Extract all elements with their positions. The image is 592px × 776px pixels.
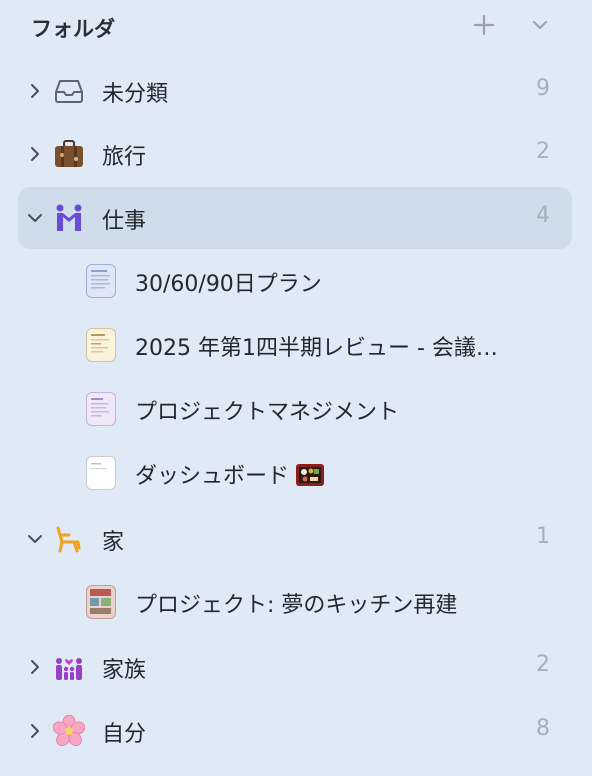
collapse-folders-button[interactable] xyxy=(525,10,555,40)
folder-label: 未分類 xyxy=(102,82,169,107)
note-row[interactable]: プロジェクトマネジメント xyxy=(18,379,572,441)
folder-count: 9 xyxy=(536,76,550,101)
chevron-down-icon xyxy=(533,21,547,29)
note-title: プロジェクト: 夢のキッチン再建 xyxy=(135,593,458,618)
note-title: ダッシュボード xyxy=(135,458,325,493)
document-thumbnail xyxy=(86,392,116,426)
folder-row-family[interactable]: 家族 2 xyxy=(18,636,572,698)
armchair-icon xyxy=(53,523,85,555)
folder-header: フォルダ xyxy=(0,0,592,52)
folder-sidebar: フォルダ 未分類 9 旅行 2 仕事 4 30/60/90日プラン 2025 年… xyxy=(0,0,592,776)
add-folder-button[interactable] xyxy=(469,10,499,40)
document-thumbnail xyxy=(86,264,116,298)
folder-label: 仕事 xyxy=(102,209,147,234)
chevron-down-icon[interactable] xyxy=(25,529,45,549)
folder-label: 自分 xyxy=(102,722,147,747)
note-title: 30/60/90日プラン xyxy=(135,272,322,297)
chevron-right-icon[interactable] xyxy=(25,81,45,101)
folder-count: 2 xyxy=(536,139,550,164)
folder-header-title: フォルダ xyxy=(31,17,115,41)
note-title: プロジェクトマネジメント xyxy=(135,400,400,425)
folder-row-work[interactable]: 仕事 4 xyxy=(18,187,572,249)
folder-row-me[interactable]: 自分 8 xyxy=(18,700,572,762)
cherry-blossom-icon xyxy=(53,715,85,747)
suitcase-icon xyxy=(53,138,85,170)
note-row[interactable]: 2025 年第1四半期レビュー - 会議… xyxy=(18,315,572,377)
document-thumbnail xyxy=(86,328,116,362)
folder-label: 旅行 xyxy=(102,145,147,170)
note-row[interactable]: 30/60/90日プラン xyxy=(18,251,572,313)
folder-count: 1 xyxy=(536,524,550,549)
family-icon xyxy=(53,651,85,683)
inbox-tray-icon xyxy=(53,75,85,107)
note-title: 2025 年第1四半期レビュー - 会議… xyxy=(135,336,498,361)
chevron-down-icon[interactable] xyxy=(25,208,45,228)
folder-count: 2 xyxy=(536,652,550,677)
photo-thumbnail xyxy=(86,585,116,619)
document-thumbnail xyxy=(86,456,116,490)
folder-row-home[interactable]: 家 1 xyxy=(18,508,572,570)
folder-label: 家 xyxy=(102,530,125,555)
folder-row-travel[interactable]: 旅行 2 xyxy=(18,123,572,185)
folder-count: 4 xyxy=(536,203,550,228)
folder-label: 家族 xyxy=(102,658,147,683)
chevron-right-icon[interactable] xyxy=(25,657,45,677)
note-row[interactable]: プロジェクト: 夢のキッチン再建 xyxy=(18,572,572,634)
folder-row-uncategorized[interactable]: 未分類 9 xyxy=(18,60,572,122)
bento-box-icon xyxy=(295,461,325,493)
note-row[interactable]: ダッシュボード xyxy=(18,443,572,505)
folder-count: 8 xyxy=(536,716,550,741)
chevron-right-icon[interactable] xyxy=(25,144,45,164)
chevron-right-icon[interactable] xyxy=(25,721,45,741)
people-holding-hands-icon xyxy=(53,202,85,234)
plus-icon xyxy=(473,14,495,36)
